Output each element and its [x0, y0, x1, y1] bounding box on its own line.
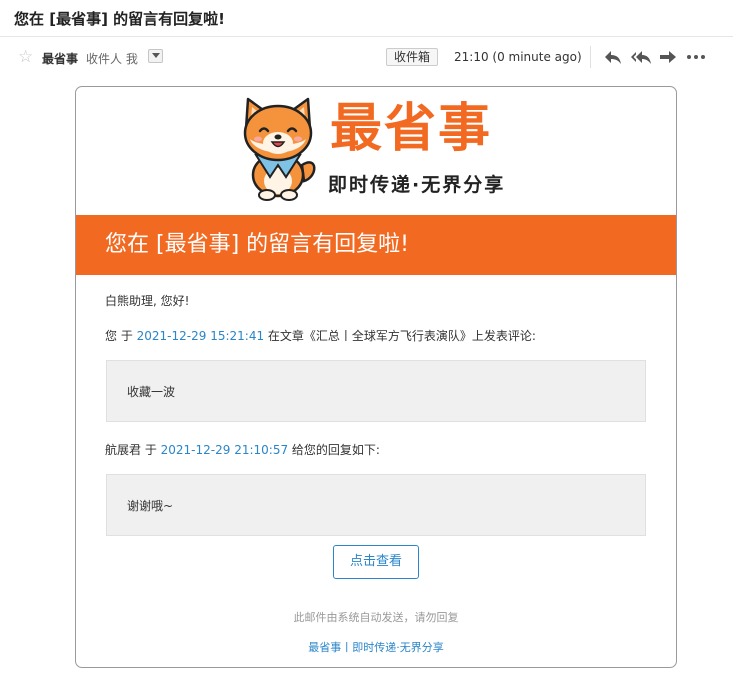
reply-text: 谢谢哦~: [127, 499, 174, 513]
forward-icon[interactable]: [658, 48, 678, 66]
sender-name[interactable]: 最省事: [42, 50, 78, 67]
comment-text: 收藏一波: [127, 385, 176, 399]
logo-area: 最省事 即时传递·无界分享: [76, 87, 676, 215]
star-icon[interactable]: ☆: [18, 47, 33, 67]
comment-quote: 收藏一波: [106, 360, 646, 422]
email-subject: 您在 [最省事] 的留言有回复啦!: [14, 10, 225, 28]
chevron-down-icon[interactable]: [148, 49, 163, 63]
header-divider: [0, 36, 733, 37]
email-card: 最省事 即时传递·无界分享 您在 [最省事] 的留言有回复啦! 白熊助理, 您好…: [75, 86, 677, 668]
footer-link[interactable]: 最省事丨即时传递·无界分享: [76, 639, 676, 655]
brand-slogan: 即时传递·无界分享: [328, 174, 506, 196]
comment-info-suffix: 在文章《汇总丨全球军方飞行表演队》上发表评论:: [264, 329, 536, 343]
reply-all-icon[interactable]: [630, 48, 651, 66]
sender-row: ☆ 最省事 收件人 我 收件箱 21:10 (0 minute ago): [0, 44, 733, 72]
comment-date[interactable]: 2021-12-29 15:21:41: [137, 329, 264, 343]
reply-info-suffix: 给您的回复如下:: [288, 443, 380, 457]
more-icon[interactable]: [686, 48, 706, 66]
reply-quote: 谢谢哦~: [106, 474, 646, 536]
notice-banner: 您在 [最省事] 的留言有回复啦!: [76, 215, 676, 275]
comment-info-line: 您 于 2021-12-29 15:21:41 在文章《汇总丨全球军方飞行表演队…: [105, 328, 536, 344]
recipient-label: 收件人 我: [86, 52, 138, 66]
reply-info-line: 航展君 于 2021-12-29 21:10:57 给您的回复如下:: [105, 442, 380, 458]
reply-icon[interactable]: [603, 48, 623, 66]
email-time: 21:10 (0 minute ago): [454, 50, 582, 64]
reply-date[interactable]: 2021-12-29 21:10:57: [161, 443, 288, 457]
comment-info-prefix: 您 于: [105, 329, 137, 343]
reply-info-prefix: 航展君 于: [105, 443, 161, 457]
shiba-dog-logo: [243, 97, 316, 201]
folder-badge[interactable]: 收件箱: [386, 48, 439, 66]
brand-name: 最省事: [330, 99, 493, 159]
banner-title: 您在 [最省事] 的留言有回复啦!: [105, 232, 409, 257]
greeting: 白熊助理, 您好!: [105, 294, 190, 308]
footer-note: 此邮件由系统自动发送，请勿回复: [293, 611, 459, 624]
view-button[interactable]: 点击查看: [333, 545, 419, 579]
toolbar-divider: [590, 46, 591, 68]
